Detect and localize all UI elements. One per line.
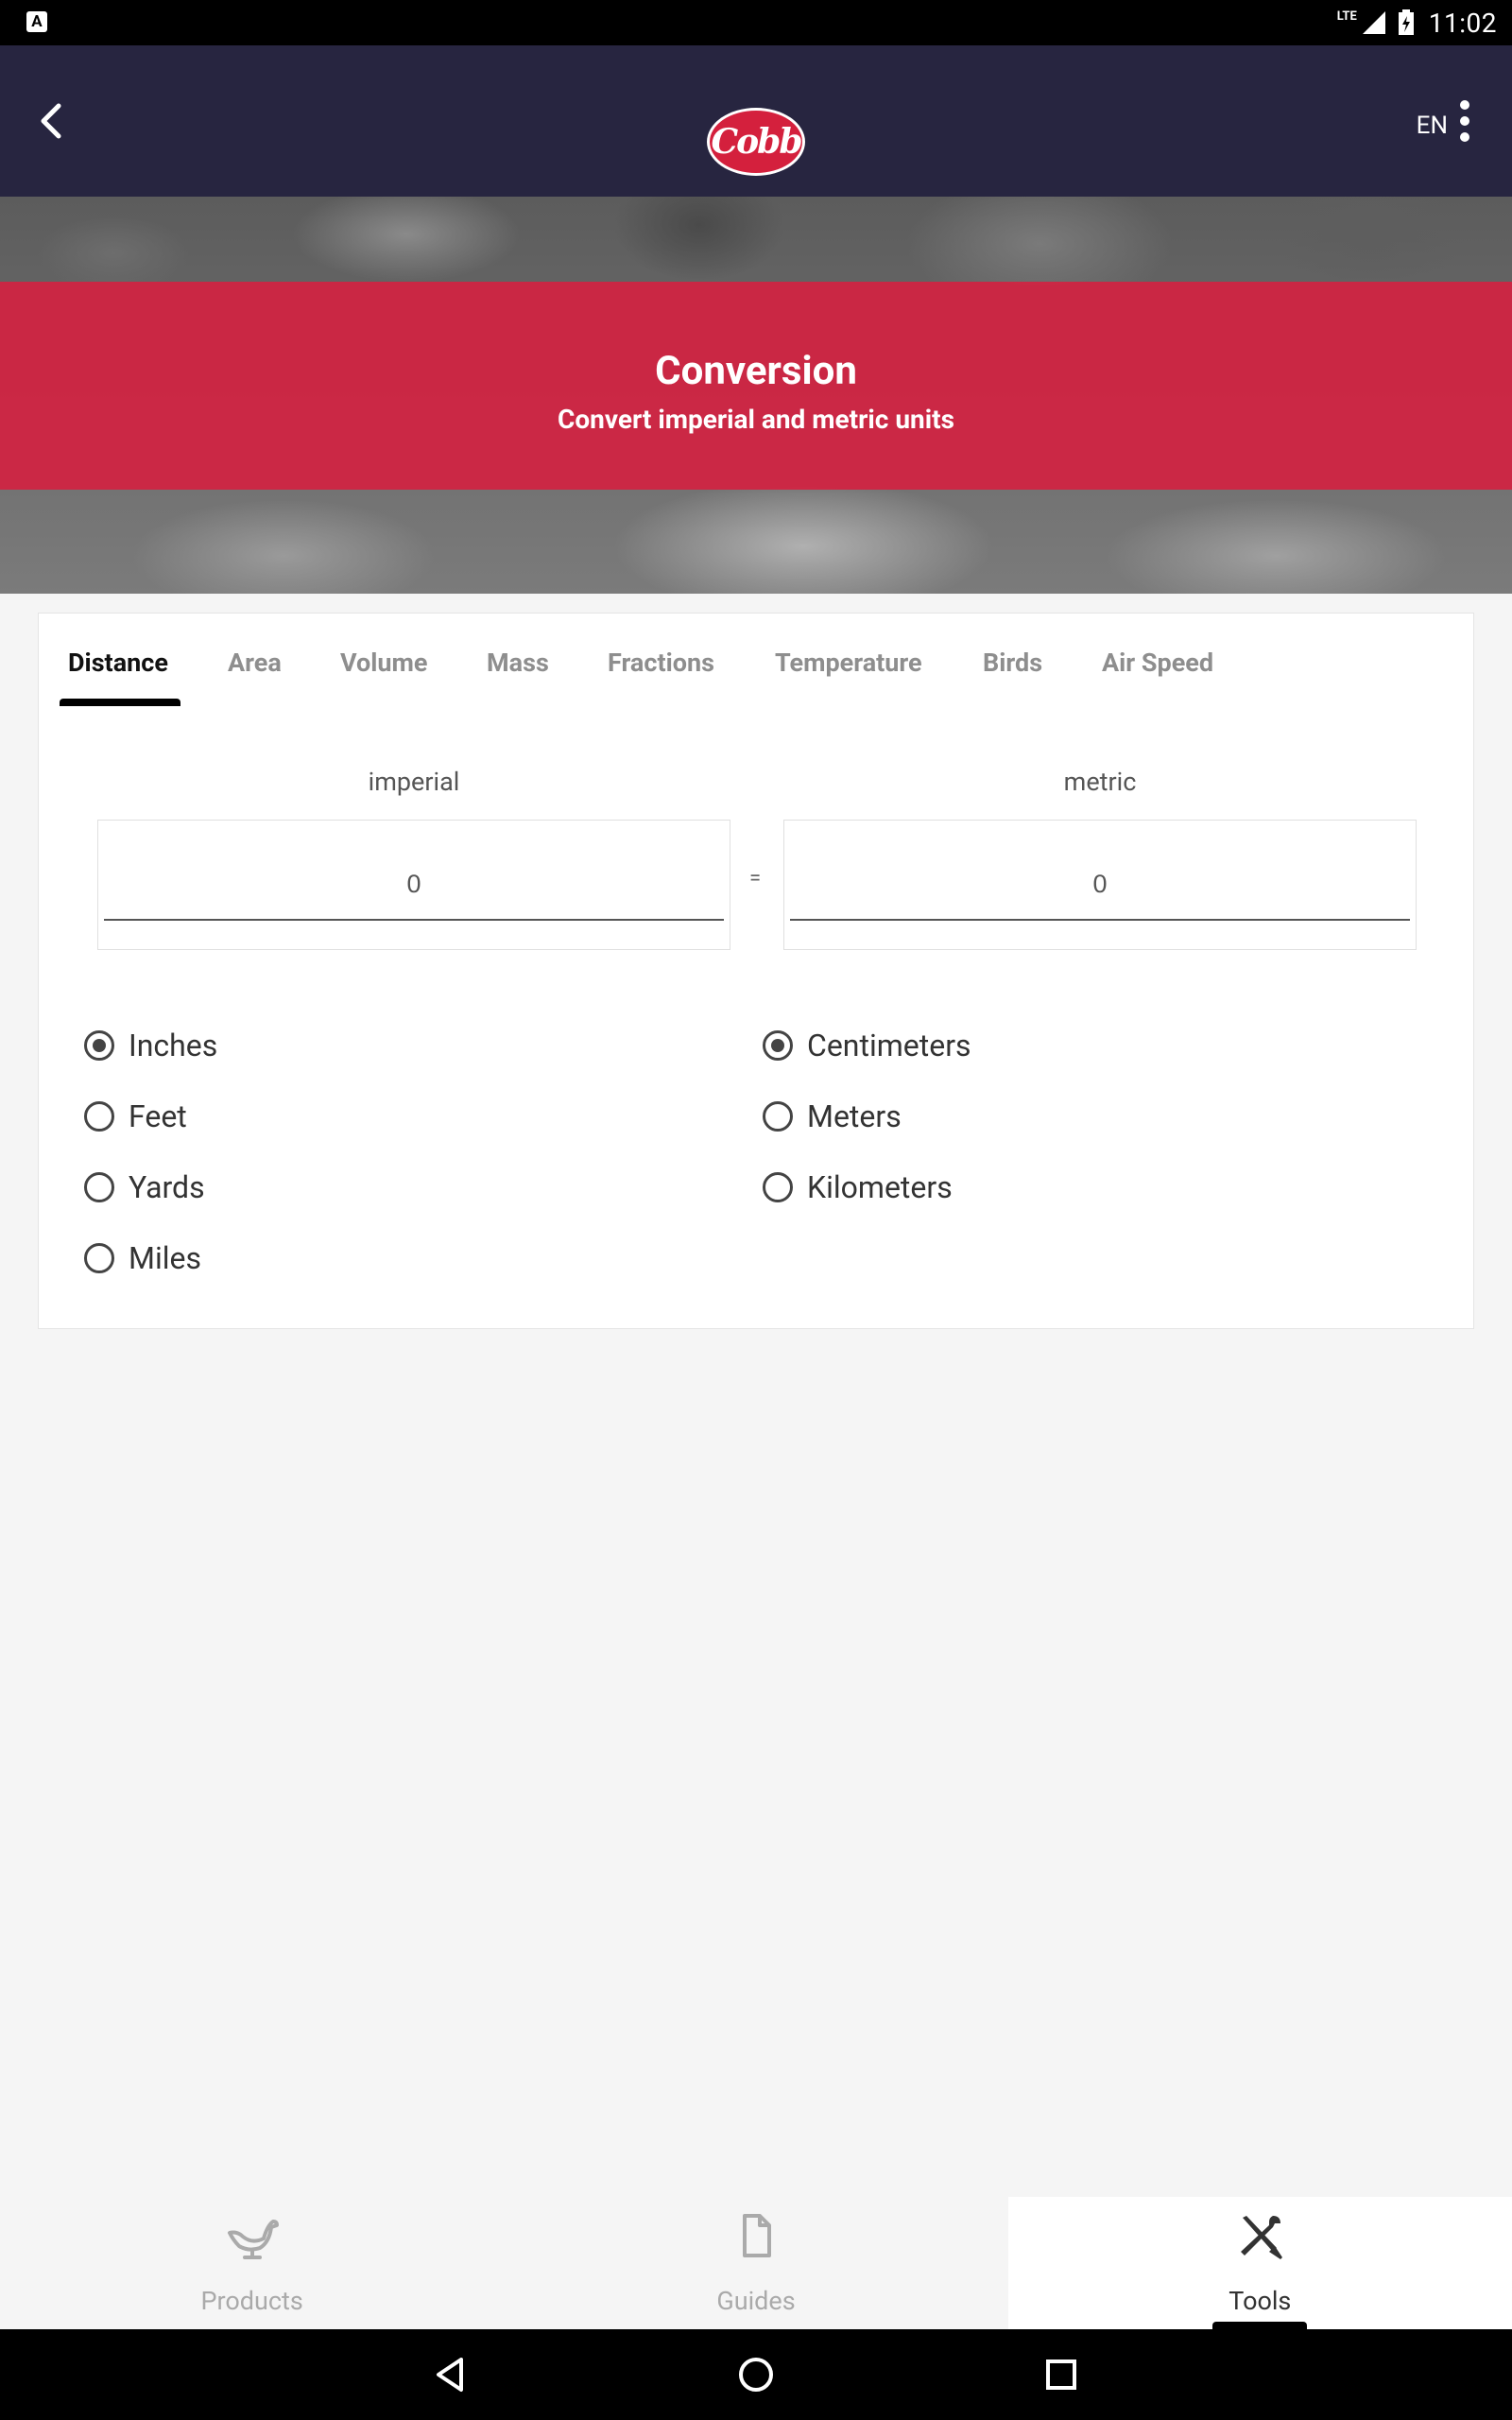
radio-label: Kilometers: [807, 1169, 953, 1205]
tab-area[interactable]: Area: [228, 648, 282, 678]
cobb-logo: Cobb: [707, 108, 805, 176]
status-bar: A LTE 11:02: [0, 0, 1512, 45]
radio-centimeters[interactable]: Centimeters: [763, 1028, 971, 1063]
radio-kilometers[interactable]: Kilometers: [763, 1169, 953, 1205]
radio-miles[interactable]: Miles: [84, 1240, 201, 1276]
nav-tools[interactable]: Tools: [1007, 2197, 1512, 2329]
hero-banner: Conversion Convert imperial and metric u…: [0, 282, 1512, 490]
radio-button[interactable]: [763, 1101, 793, 1132]
hero-image: Conversion Convert imperial and metric u…: [0, 197, 1512, 594]
nav-guides[interactable]: Guides: [504, 2197, 1007, 2329]
nav-label: Guides: [716, 2286, 796, 2316]
tab-fractions[interactable]: Fractions: [608, 648, 714, 678]
clock: 11:02: [1428, 7, 1497, 39]
radio-button[interactable]: [84, 1101, 114, 1132]
equals-sign: =: [749, 867, 762, 890]
converter-card: Distance Area Volume Mass Fractions Temp…: [38, 613, 1474, 1329]
document-icon: [742, 2214, 771, 2257]
active-tab-indicator: [60, 699, 180, 706]
system-navigation-bar: [0, 2329, 1512, 2420]
radio-button[interactable]: [84, 1243, 114, 1273]
tab-mass[interactable]: Mass: [487, 648, 549, 678]
system-back-icon[interactable]: [427, 2352, 472, 2397]
tab-temperature[interactable]: Temperature: [775, 648, 922, 678]
app-bar: Cobb EN: [0, 45, 1512, 197]
tools-icon: [1241, 2216, 1283, 2259]
imperial-input-box: [97, 820, 730, 950]
tab-birds[interactable]: Birds: [983, 648, 1042, 678]
radio-inches[interactable]: Inches: [84, 1028, 217, 1063]
more-options-icon[interactable]: [1459, 100, 1470, 146]
tab-air-speed[interactable]: Air Speed: [1102, 648, 1213, 678]
status-indicators: LTE 11:02: [1337, 0, 1497, 45]
back-arrow-icon[interactable]: [34, 98, 68, 144]
radio-label: Miles: [129, 1240, 201, 1276]
metric-input-box: [783, 820, 1417, 950]
radio-button[interactable]: [84, 1172, 114, 1202]
imperial-input[interactable]: [104, 849, 724, 921]
radio-label: Inches: [129, 1028, 218, 1063]
page-title: Conversion: [655, 348, 857, 394]
radio-yards[interactable]: Yards: [84, 1169, 205, 1205]
radio-label: Centimeters: [807, 1028, 971, 1063]
radio-label: Yards: [129, 1169, 205, 1205]
signal-icon: [1362, 11, 1385, 34]
nav-label: Products: [200, 2286, 303, 2316]
nav-products[interactable]: Products: [0, 2197, 504, 2329]
system-recents-icon[interactable]: [1039, 2352, 1084, 2397]
radio-button[interactable]: [763, 1030, 793, 1061]
page-subtitle: Convert imperial and metric units: [558, 404, 954, 435]
metric-label: metric: [1063, 767, 1137, 797]
language-selector[interactable]: EN: [1417, 112, 1448, 140]
imperial-label: imperial: [368, 767, 460, 797]
tab-volume[interactable]: Volume: [340, 648, 428, 678]
radio-meters[interactable]: Meters: [763, 1098, 902, 1134]
nav-label: Tools: [1228, 2286, 1292, 2316]
bird-icon: [227, 2220, 279, 2259]
battery-icon: [1398, 9, 1414, 35]
system-home-icon[interactable]: [733, 2352, 779, 2397]
radio-feet[interactable]: Feet: [84, 1098, 187, 1134]
radio-label: Meters: [807, 1098, 902, 1134]
metric-input[interactable]: [790, 849, 1410, 921]
bottom-navigation: Products Guides Tools: [0, 2197, 1512, 2329]
unit-category-tabs: Distance Area Volume Mass Fractions Temp…: [39, 614, 1473, 708]
radio-button[interactable]: [763, 1172, 793, 1202]
notification-icon: A: [26, 11, 47, 32]
radio-button[interactable]: [84, 1030, 114, 1061]
network-type: LTE: [1336, 9, 1357, 24]
tab-distance[interactable]: Distance: [68, 648, 168, 678]
active-nav-indicator: [1212, 2322, 1308, 2329]
radio-label: Feet: [129, 1098, 187, 1134]
